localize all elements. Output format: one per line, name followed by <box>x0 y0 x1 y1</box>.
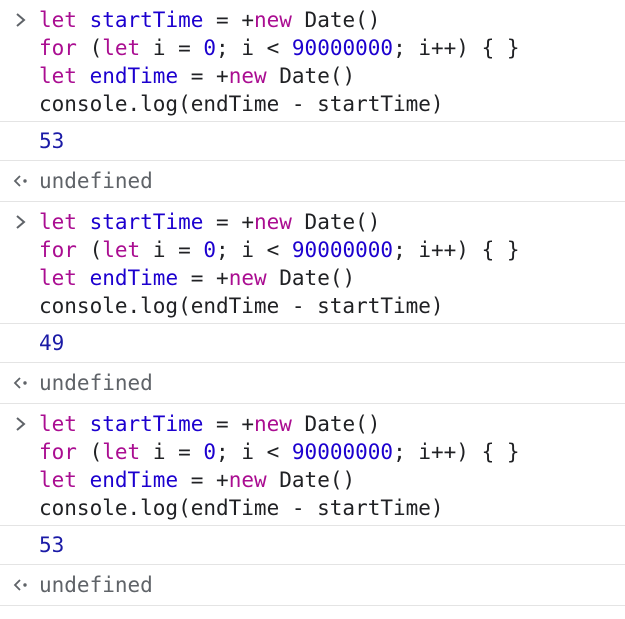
keyword-token: let <box>39 468 77 492</box>
code-line: console.log(endTime - startTime) <box>0 494 625 522</box>
console-log-output: 53 <box>0 122 625 161</box>
return-value-text: undefined <box>39 169 153 193</box>
keyword-token: new <box>228 468 267 492</box>
variable-token: startTime <box>89 412 204 436</box>
keyword-token: for <box>39 440 77 464</box>
code-line: let startTime = +new Date() <box>0 6 625 34</box>
log-output-value: 53 <box>39 533 65 557</box>
keyword-token: for <box>39 238 77 262</box>
code-token: = + <box>203 412 254 436</box>
keyword-token: new <box>253 8 292 32</box>
return-arrow-icon <box>9 167 33 195</box>
return-value-text: undefined <box>39 371 153 395</box>
code-token: Date() <box>266 64 356 88</box>
code-token: i = <box>140 238 204 262</box>
console-input-entry[interactable]: let startTime = +new Date() for (let i = … <box>0 202 625 324</box>
code-token: i = <box>140 36 204 60</box>
keyword-token: let <box>39 266 77 290</box>
variable-token: endTime <box>89 64 179 88</box>
number-token: 0 <box>203 440 217 464</box>
code-token: ; i < <box>216 440 292 464</box>
code-line: let endTime = +new Date() <box>0 466 625 494</box>
number-token: 90000000 <box>291 238 394 262</box>
log-output-value: 53 <box>39 129 65 153</box>
code-line: let endTime = +new Date() <box>0 62 625 90</box>
console-return-value: undefined <box>0 565 625 606</box>
code-token: ; i++) { } <box>393 440 520 464</box>
code-token: = + <box>178 468 229 492</box>
code-token: Date() <box>266 266 356 290</box>
return-arrow-icon <box>9 369 33 397</box>
keyword-token: new <box>228 266 267 290</box>
variable-token: endTime <box>89 468 179 492</box>
code-token: i = <box>140 440 204 464</box>
code-token: ( <box>76 36 103 60</box>
code-line: for (let i = 0; i < 90000000; i++) { } <box>0 438 625 466</box>
code-line: let startTime = +new Date() <box>0 208 625 236</box>
keyword-token: let <box>39 64 77 88</box>
keyword-token: let <box>39 210 77 234</box>
code-token: Date() <box>291 412 381 436</box>
number-token: 0 <box>203 36 217 60</box>
return-arrow-icon <box>9 571 33 599</box>
keyword-token: new <box>253 210 292 234</box>
console-input-entry[interactable]: let startTime = +new Date() for (let i = … <box>0 0 625 122</box>
keyword-token: let <box>102 238 141 262</box>
log-output-value: 49 <box>39 331 65 355</box>
number-token: 0 <box>203 238 217 262</box>
code-token: ; i++) { } <box>393 36 520 60</box>
console-return-value: undefined <box>0 363 625 404</box>
code-line: let startTime = +new Date() <box>0 410 625 438</box>
code-token: = + <box>178 266 229 290</box>
chevron-right-icon <box>9 6 33 34</box>
code-line: for (let i = 0; i < 90000000; i++) { } <box>0 236 625 264</box>
code-token: = + <box>203 8 254 32</box>
keyword-token: let <box>102 36 141 60</box>
keyword-token: let <box>39 8 77 32</box>
chevron-right-icon <box>9 410 33 438</box>
keyword-token: new <box>228 64 267 88</box>
number-token: 90000000 <box>291 440 394 464</box>
code-line: console.log(endTime - startTime) <box>0 90 625 118</box>
code-token: = + <box>178 64 229 88</box>
code-line: console.log(endTime - startTime) <box>0 292 625 320</box>
code-token: console.log(endTime - startTime) <box>39 496 444 520</box>
keyword-token: for <box>39 36 77 60</box>
code-line: for (let i = 0; i < 90000000; i++) { } <box>0 34 625 62</box>
code-token: Date() <box>291 8 381 32</box>
code-token: ( <box>76 440 103 464</box>
code-token: ; i < <box>216 238 292 262</box>
variable-token: endTime <box>89 266 179 290</box>
console-input-entry[interactable]: let startTime = +new Date() for (let i = … <box>0 404 625 526</box>
code-token: = + <box>203 210 254 234</box>
keyword-token: new <box>253 412 292 436</box>
code-line: let endTime = +new Date() <box>0 264 625 292</box>
code-token: ; i < <box>216 36 292 60</box>
variable-token: startTime <box>89 210 204 234</box>
console-log-output: 49 <box>0 324 625 363</box>
console-panel[interactable]: let startTime = +new Date() for (let i = … <box>0 0 625 619</box>
console-log-output: 53 <box>0 526 625 565</box>
number-token: 90000000 <box>291 36 394 60</box>
code-token: Date() <box>266 468 356 492</box>
code-token: Date() <box>291 210 381 234</box>
console-return-value: undefined <box>0 161 625 202</box>
code-token: ; i++) { } <box>393 238 520 262</box>
chevron-right-icon <box>9 208 33 236</box>
keyword-token: let <box>39 412 77 436</box>
code-token: ( <box>76 238 103 262</box>
variable-token: startTime <box>89 8 204 32</box>
code-token: console.log(endTime - startTime) <box>39 92 444 116</box>
code-token: console.log(endTime - startTime) <box>39 294 444 318</box>
return-value-text: undefined <box>39 573 153 597</box>
keyword-token: let <box>102 440 141 464</box>
